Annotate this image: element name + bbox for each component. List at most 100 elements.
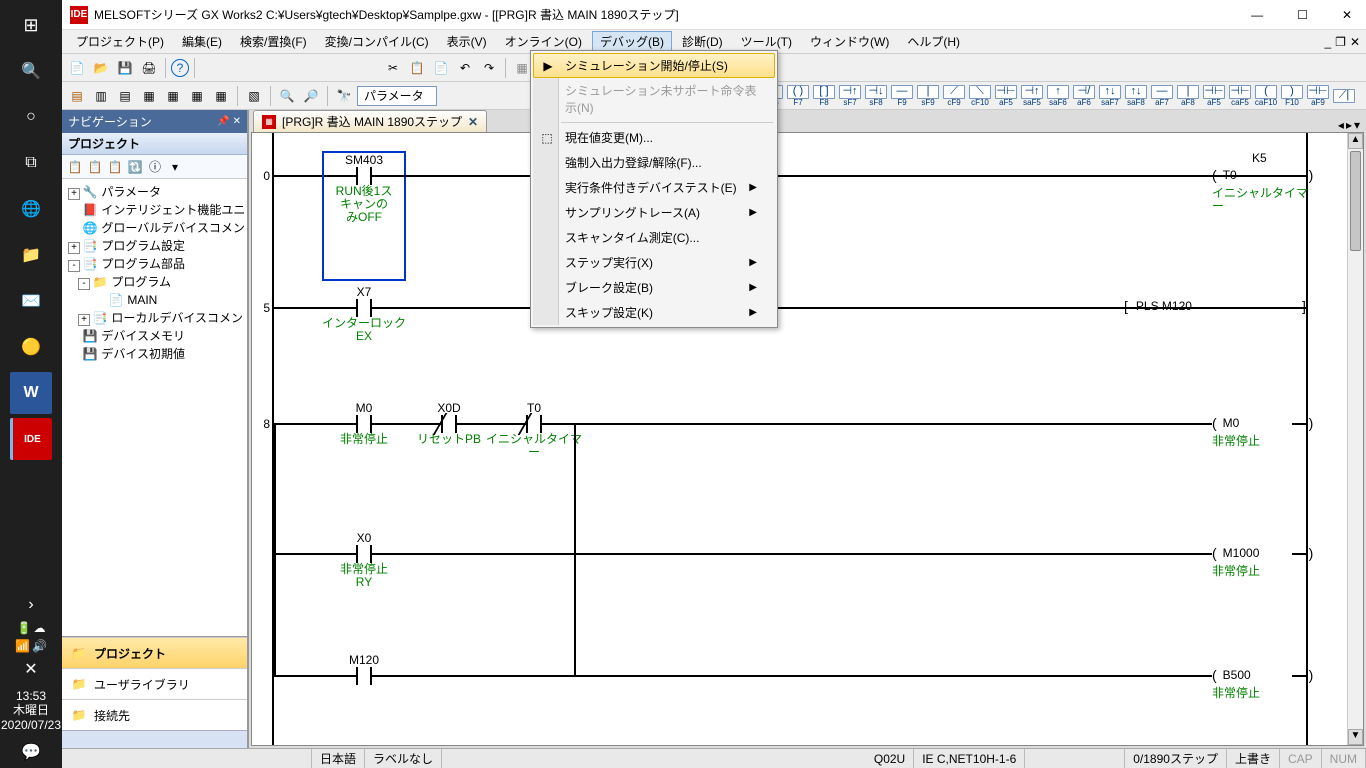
tree-node[interactable]: -📁 プログラム xyxy=(64,273,245,291)
undo-icon[interactable]: ↶ xyxy=(454,57,476,79)
mdi-restore-button[interactable]: ❐ xyxy=(1335,35,1346,49)
ladder-contact[interactable]: T0 イニシャルタイマ ー xyxy=(494,401,574,459)
notification-icon[interactable]: 💬 xyxy=(10,740,52,764)
battery-icon[interactable]: 🔋 xyxy=(17,621,32,635)
mdi-minimize-button[interactable]: _ xyxy=(1324,35,1331,49)
vertical-scrollbar[interactable]: ▲ ▼ xyxy=(1347,133,1363,745)
project-tree[interactable]: +🔧 パラメータ📕 インテリジェント機能ユニット🌐 グローバルデバイスコメント+… xyxy=(62,179,247,636)
chrome-icon[interactable]: 🟡 xyxy=(10,326,52,368)
nav-tool4-icon[interactable]: 🔃 xyxy=(126,158,144,176)
mail-icon[interactable]: ✉️ xyxy=(10,280,52,322)
copy-icon[interactable]: 📋 xyxy=(406,57,428,79)
search-icon[interactable]: 🔍 xyxy=(10,50,52,92)
tab-list-icon[interactable]: ▾ xyxy=(1354,118,1360,132)
fkey-button[interactable]: |sF9 xyxy=(916,85,940,107)
ladder-contact[interactable]: M120 xyxy=(324,653,404,685)
scroll-up-icon[interactable]: ▲ xyxy=(1348,133,1363,149)
nav-category[interactable]: 📁接続先 xyxy=(62,699,247,730)
menu-dropdown-item[interactable]: ブレーク設定(B)▶ xyxy=(533,275,775,300)
fkey-button[interactable]: ⊣/aF6 xyxy=(1072,85,1096,107)
menu-dropdown-item[interactable]: 強制入出力登録/解除(F)... xyxy=(533,150,775,175)
menu-item[interactable]: 編集(E) xyxy=(174,31,230,52)
mdi-close-button[interactable]: ✕ xyxy=(1350,35,1360,49)
scroll-down-icon[interactable]: ▼ xyxy=(1348,729,1363,745)
print-icon[interactable]: 🖨 xyxy=(138,57,160,79)
fkey-button[interactable]: ⊣⊢aF5 xyxy=(994,85,1018,107)
fkey-button[interactable]: ↑↓saF7 xyxy=(1098,85,1122,107)
tab-next-icon[interactable]: ▸ xyxy=(1346,118,1352,132)
io2-icon[interactable]: ▥ xyxy=(90,85,112,107)
menu-item[interactable]: 診断(D) xyxy=(674,31,731,52)
nav-tool1-icon[interactable]: 📋 xyxy=(66,158,84,176)
new-icon[interactable]: 📄 xyxy=(66,57,88,79)
start-button[interactable]: ⊞ xyxy=(10,4,52,46)
open-icon[interactable]: 📂 xyxy=(90,57,112,79)
fkey-button[interactable]: ⊣⊢caF5 xyxy=(1228,85,1252,107)
fkey-button[interactable]: ( )F7 xyxy=(786,85,810,107)
menu-dropdown-item[interactable]: スキップ設定(K)▶ xyxy=(533,300,775,325)
menu-dropdown-item[interactable]: サンプリングトレース(A)▶ xyxy=(533,200,775,225)
fkey-button[interactable]: ⟋| xyxy=(1332,89,1356,103)
zoom-out-icon[interactable]: 🔎 xyxy=(300,85,322,107)
tree-node[interactable]: 📕 インテリジェント機能ユニット xyxy=(64,201,245,219)
fkey-button[interactable]: —F9 xyxy=(890,85,914,107)
volume-icon[interactable]: 🔊 xyxy=(32,639,47,653)
tree-node[interactable]: +📑 ローカルデバイスコメント xyxy=(64,309,245,327)
io6-icon[interactable]: ▦ xyxy=(186,85,208,107)
fkey-button[interactable]: ⊣↓sF8 xyxy=(864,85,888,107)
menu-dropdown-item[interactable]: ⬚現在値変更(M)... xyxy=(533,125,775,150)
word-icon[interactable]: W xyxy=(10,372,52,414)
cortana-icon[interactable]: ○ xyxy=(10,96,52,138)
fkey-button[interactable]: (caF10 xyxy=(1254,85,1278,107)
ladder-contact[interactable]: X0 非常停止 RY xyxy=(324,531,404,589)
document-tab[interactable]: ▦ [PRG]R 書込 MAIN 1890ステップ ✕ xyxy=(253,110,487,132)
nav-tool3-icon[interactable]: 📋 xyxy=(106,158,124,176)
fkey-button[interactable]: ⊣↑saF5 xyxy=(1020,85,1044,107)
fkey-button[interactable]: ↑saF6 xyxy=(1046,85,1070,107)
find-icon[interactable]: 🔭 xyxy=(333,85,355,107)
ladder-instruction[interactable]: [PLS M120] xyxy=(1124,298,1200,314)
cloud-icon[interactable]: ☁ xyxy=(33,621,45,635)
nav-tool6-icon[interactable]: ▾ xyxy=(166,158,184,176)
save-icon[interactable]: 💾 xyxy=(114,57,136,79)
tree-node[interactable]: 🌐 グローバルデバイスコメント xyxy=(64,219,245,237)
fkey-button[interactable]: ⊣↑sF7 xyxy=(838,85,862,107)
scroll-thumb[interactable] xyxy=(1350,151,1361,251)
menu-item[interactable]: ツール(T) xyxy=(733,31,800,52)
fkey-button[interactable]: ⊣⊢aF9 xyxy=(1306,85,1330,107)
zoom-in-icon[interactable]: 🔍 xyxy=(276,85,298,107)
tab-prev-icon[interactable]: ◂ xyxy=(1338,118,1344,132)
expand-tray-icon[interactable]: › xyxy=(10,593,52,617)
redo-icon[interactable]: ↷ xyxy=(478,57,500,79)
fkey-button[interactable]: |aF8 xyxy=(1176,85,1200,107)
pin-icon[interactable]: 📌 ✕ xyxy=(217,116,241,127)
menu-item[interactable]: ウィンドウ(W) xyxy=(802,31,897,52)
nav-category[interactable]: 📁プロジェクト xyxy=(62,637,247,668)
fkey-button[interactable]: )F10 xyxy=(1280,85,1304,107)
menu-item[interactable]: 変換/コンパイル(C) xyxy=(317,31,437,52)
wifi-icon[interactable]: 📶 xyxy=(15,639,30,653)
edge-icon[interactable]: 🌐 xyxy=(10,188,52,230)
io7-icon[interactable]: ▦ xyxy=(210,85,232,107)
fkey-button[interactable]: ⊣⊢aF5 xyxy=(1202,85,1226,107)
nav-tool5-icon[interactable]: ⓘ xyxy=(146,158,164,176)
fkey-button[interactable]: ⟋cF9 xyxy=(942,85,966,107)
action-center-icon[interactable]: ✕ xyxy=(10,657,52,681)
menu-item[interactable]: ヘルプ(H) xyxy=(899,31,968,52)
nav-category[interactable]: 📁ユーザライブラリ xyxy=(62,668,247,699)
io1-icon[interactable]: ▤ xyxy=(66,85,88,107)
cut-icon[interactable]: ✂ xyxy=(382,57,404,79)
doc-tab-close-icon[interactable]: ✕ xyxy=(468,115,478,129)
menu-item[interactable]: 検索/置換(F) xyxy=(232,31,315,52)
tree-node[interactable]: 📄 MAIN xyxy=(64,291,245,309)
ladder-diagram[interactable]: 0SM403 RUN後1ス キャンの みOFFK5(T0)イニシャルタイマ ー5… xyxy=(252,133,1332,745)
nav-tool2-icon[interactable]: 📋 xyxy=(86,158,104,176)
gxworks-taskbar-icon[interactable]: IDE xyxy=(10,418,52,460)
tree-node[interactable]: -📑 プログラム部品 xyxy=(64,255,245,273)
taskbar-clock[interactable]: 13:53 木曜日 2020/07/23 xyxy=(1,685,61,736)
menu-item[interactable]: デバッグ(B) xyxy=(592,31,672,52)
tree-node[interactable]: 💾 デバイス初期値 xyxy=(64,345,245,363)
fkey-button[interactable]: [ ]F8 xyxy=(812,85,836,107)
menu-item[interactable]: オンライン(O) xyxy=(497,31,590,52)
menu-item[interactable]: 表示(V) xyxy=(439,31,495,52)
